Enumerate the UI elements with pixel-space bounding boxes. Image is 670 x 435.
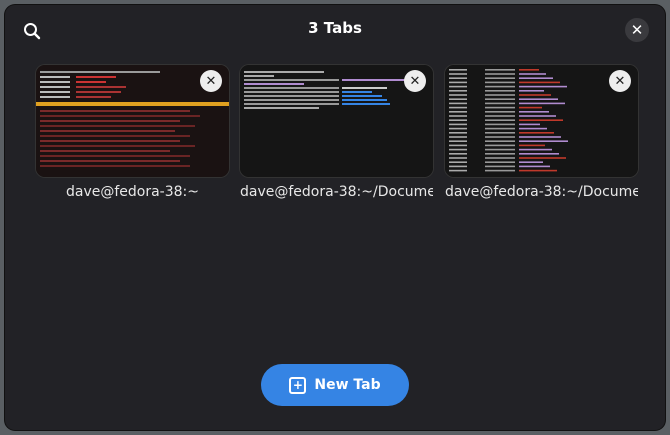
ps-pid-line [449,144,467,147]
tab-preview-3: ✕ [445,65,638,177]
ps-pid-line [449,148,467,151]
ps-cmd-line [519,165,550,168]
ps-pid-line [449,132,467,134]
ps-time-line [485,161,515,163]
ps-time-line [485,102,515,105]
ps-time-line [485,77,515,79]
ps-cmd-line [519,81,560,84]
ps-pid-line [449,81,467,84]
ps-cmd-line [519,119,563,121]
ps-time-line [485,127,515,130]
ps-time-line [485,165,515,168]
ps-pid-line [449,85,467,88]
ps-pid-line [449,106,467,109]
ps-cmd-line [519,94,551,96]
ps-time-line [485,132,515,134]
new-tab-label: New Tab [314,377,381,393]
tab-card-3[interactable]: ✕ dave@fedora-38:~/Documents [445,65,638,200]
ps-cmd-line [519,161,543,163]
page-title: 3 Tabs [308,19,362,37]
ps-cmd-line [519,153,559,155]
ps-cmd-line [519,111,549,113]
ps-time-line [485,169,515,172]
ps-cmd-line [519,115,556,117]
ps-time-line [485,136,515,138]
ps-cmd-line [519,132,554,134]
ps-time-line [485,106,515,109]
ps-time-line [485,157,515,159]
ps-pid-line [449,161,467,163]
ps-pid-line [449,102,467,105]
ps-pid-line [449,136,467,138]
tab-label-2: dave@fedora-38:~/Documents [240,184,433,200]
new-tab-button[interactable]: + New Tab [261,364,409,406]
ps-pid-line [449,73,467,75]
ps-time-line [485,123,515,126]
ps-pid-line [449,111,467,113]
close-icon: ✕ [630,21,644,39]
ps-pid-line [449,115,467,117]
ps-cmd-line [519,106,542,109]
ps-time-line [485,73,515,75]
ps-pid-line [449,90,467,92]
ps-pid-line [449,165,467,168]
tab-card-1[interactable]: ✕ dave@fedora-38:~ [36,65,229,200]
ps-cmd-line [519,148,552,151]
ps-time-line [485,148,515,151]
close-icon: ✕ [205,73,217,89]
ps-pid-line [449,157,467,159]
ps-time-line [485,81,515,84]
header-bar: 3 Tabs ✕ [5,5,665,51]
tab-card-2[interactable]: ✕ dave@fedora-38:~/Documents [240,65,433,200]
tab-label-3: dave@fedora-38:~/Documents [445,184,638,200]
ps-pid-line [449,69,467,71]
ps-cmd-line [519,73,546,75]
ps-cmd-line [519,140,568,142]
tab-preview-2: ✕ [240,65,433,177]
ps-cmd-line [519,127,547,130]
ps-cmd-line [519,69,539,71]
tab-preview-1: ✕ [36,65,229,177]
ps-pid-line [449,119,467,121]
tab-label-1: dave@fedora-38:~ [65,184,199,200]
ps-time-line [485,94,515,96]
ps-time-line [485,115,515,117]
ps-pid-line [449,94,467,96]
ps-time-line [485,119,515,121]
ps-time-line [485,69,515,71]
ps-pid-line [449,140,467,142]
ps-cmd-line [519,98,558,100]
ps-cmd-line [519,123,540,126]
ps-cmd-line [519,157,566,159]
close-icon: ✕ [614,73,626,89]
ps-cmd-line [519,90,544,92]
ps-pid-line [449,153,467,155]
ps-cmd-line [519,102,565,105]
ps-pid-line [449,127,467,130]
ps-time-line [485,140,515,142]
close-icon: ✕ [409,73,421,89]
ps-cmd-line [519,144,545,147]
ps-cmd-line [519,77,553,79]
tab-close-button-3[interactable]: ✕ [609,70,631,92]
ps-cmd-line [519,85,567,88]
ps-pid-line [449,77,467,79]
ps-time-line [485,111,515,113]
ps-time-line [485,144,515,147]
ps-time-line [485,85,515,88]
ps-cmd-line [519,136,561,138]
ps-pid-line [449,123,467,126]
ps-time-line [485,153,515,155]
tab-overview-window: 3 Tabs ✕ ✕ dave@fedora-38:~ ✕ dave@fedor… [5,5,665,430]
ps-time-line [485,98,515,100]
ps-pid-line [449,98,467,100]
tab-new-icon: + [289,376,307,394]
ps-time-line [485,90,515,92]
ps-pid-line [449,169,467,172]
tab-close-button-1[interactable]: ✕ [200,70,222,92]
tab-close-button-2[interactable]: ✕ [404,70,426,92]
ps-cmd-line [519,169,557,172]
close-button[interactable]: ✕ [625,18,649,42]
